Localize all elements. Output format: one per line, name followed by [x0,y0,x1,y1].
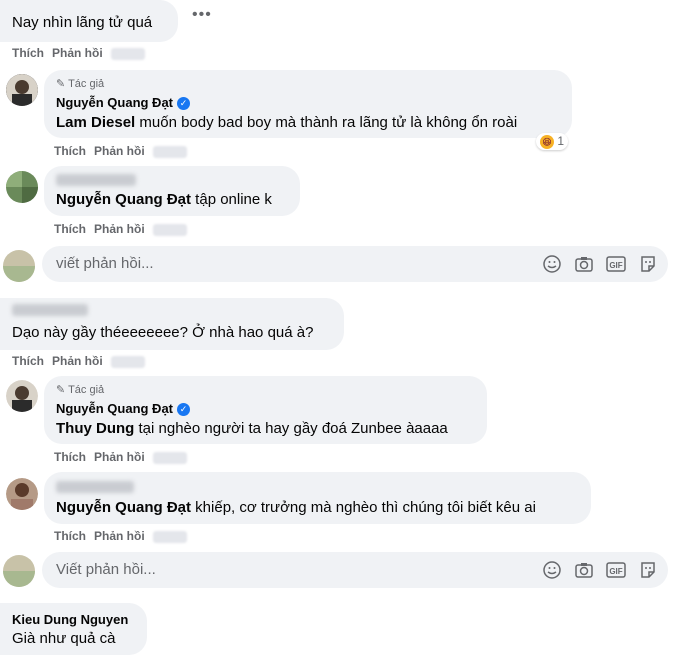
reaction-count: 1 [557,134,565,148]
comment-text: Thuy Dung tại nghèo người ta hay gầy đoá… [56,419,448,439]
comment-text: Nay nhìn lãng tử quá [12,14,153,31]
author-badge-label: Tác giả [68,384,105,396]
current-user-avatar [3,555,35,587]
timestamp [152,223,187,236]
mention-link[interactable]: Nguyễn Quang Đạt [56,499,191,516]
avatar-image [3,250,35,282]
comment-bubble: ✎ Tác giả Nguyễn Quang Đạt ✓ Lam Diesel m… [44,70,572,138]
comment-actions: Thích Phản hồi [54,144,195,158]
like-button[interactable]: Thích [54,144,86,158]
commenter-name-text: Nguyễn Quang Đạt [56,95,174,110]
comment-body: tập online k [191,191,272,208]
avatar-image [6,380,38,412]
reply-input[interactable]: Viết phản hồi... GIF [42,552,668,588]
comment-body: muốn body bad boy mà thành ra lãng tử là… [135,114,518,131]
comment-actions: Thích Phản hồi [12,46,153,60]
reply-button[interactable]: Phản hồi [52,354,103,368]
timestamp [152,451,187,464]
comment-bubble: Dạo này gầy théeeeeeee? Ở nhà hao quá à? [0,298,344,350]
blurred-name [12,304,88,316]
comment-bubble: Nguyễn Quang Đạt khiếp, cơ trưởng mà ngh… [44,472,591,524]
commenter-name[interactable]: Nguyễn Quang Đạt ✓ [56,95,191,111]
reply-button[interactable]: Phản hồi [94,144,145,158]
blurred-name [56,174,136,186]
comment-text: Già như quả cà [12,630,116,647]
reply-button[interactable]: Phản hồi [94,222,145,236]
comment-bubble: Nay nhìn lãng tử quá [0,0,178,42]
mention-link[interactable]: Thuy Dung [56,420,134,437]
verified-icon: ✓ [177,403,191,417]
like-button[interactable]: Thích [54,450,86,464]
reply-placeholder: viết phản hồi... [56,255,154,272]
commenter-name[interactable]: Nguyễn Quang Đạt ✓ [56,401,191,417]
comment-actions: Thích Phản hồi [54,222,195,236]
sticker-icon[interactable] [638,560,658,580]
avatar-image [6,74,38,106]
comment-bubble: Nguyễn Quang Đạt tập online k [44,166,300,216]
author-badge: ✎ Tác giả [56,77,104,90]
reply-button[interactable]: Phản hồi [94,450,145,464]
current-user-avatar [3,250,35,282]
comment-body: tại nghèo người ta hay gầy đoá Zunbee àa… [134,420,448,437]
avatar-image [6,478,38,510]
author-badge: ✎ Tác giả [56,383,104,396]
mention-link[interactable]: Nguyễn Quang Đạt [56,191,191,208]
reaction-summary[interactable]: 😆 1 [536,133,569,150]
reply-placeholder: Viết phản hồi... [56,561,156,578]
haha-icon: 😆 [540,134,554,149]
like-button[interactable]: Thích [54,222,86,236]
like-button[interactable]: Thích [12,46,44,60]
verified-icon: ✓ [177,97,191,111]
sticker-icon[interactable] [638,254,658,274]
reply-button[interactable]: Phản hồi [94,529,145,543]
commenter-name[interactable]: Kieu Dung Nguyen [12,612,128,628]
emoji-icon[interactable] [542,560,562,580]
comment-text: Nguyễn Quang Đạt tập online k [56,190,272,210]
comment-actions: Thích Phản hồi [54,529,195,543]
avatar-image [3,555,35,587]
avatar[interactable] [6,380,38,412]
svg-text:GIF: GIF [609,261,622,270]
emoji-icon[interactable] [542,254,562,274]
timestamp [110,355,145,368]
reply-input[interactable]: viết phản hồi... GIF [42,246,668,282]
mention-link[interactable]: Lam Diesel [56,114,135,131]
comment-text: Dạo này gầy théeeeeeee? Ở nhà hao quá à? [12,324,314,341]
timestamp [110,47,145,60]
avatar-image [6,171,38,203]
like-button[interactable]: Thích [12,354,44,368]
svg-text:GIF: GIF [609,567,622,576]
comment-text: Lam Diesel muốn body bad boy mà thành ra… [56,113,517,133]
avatar[interactable] [6,171,38,203]
avatar[interactable] [6,478,38,510]
camera-icon[interactable] [574,560,594,580]
author-badge-label: Tác giả [68,78,105,90]
blurred-name [56,481,134,493]
reply-button[interactable]: Phản hồi [52,46,103,60]
comment-actions: Thích Phản hồi [12,354,153,368]
pencil-icon: ✎ [56,384,66,396]
comment-bubble: Kieu Dung Nguyen Già như quả cà [0,603,147,655]
avatar[interactable] [6,74,38,106]
comment-body: khiếp, cơ trưởng mà nghèo thì chúng tôi … [191,499,536,516]
pencil-icon: ✎ [56,78,66,90]
like-button[interactable]: Thích [54,529,86,543]
comment-actions: Thích Phản hồi [54,450,195,464]
camera-icon[interactable] [574,254,594,274]
comment-text: Nguyễn Quang Đạt khiếp, cơ trưởng mà ngh… [56,498,536,518]
comment-bubble: ✎ Tác giả Nguyễn Quang Đạt ✓ Thuy Dung tạ… [44,376,487,444]
more-options-icon[interactable]: ••• [192,6,212,24]
gif-icon[interactable]: GIF [606,254,626,274]
gif-icon[interactable]: GIF [606,560,626,580]
timestamp [152,530,187,543]
commenter-name-text: Nguyễn Quang Đạt [56,401,174,416]
timestamp [152,145,187,158]
